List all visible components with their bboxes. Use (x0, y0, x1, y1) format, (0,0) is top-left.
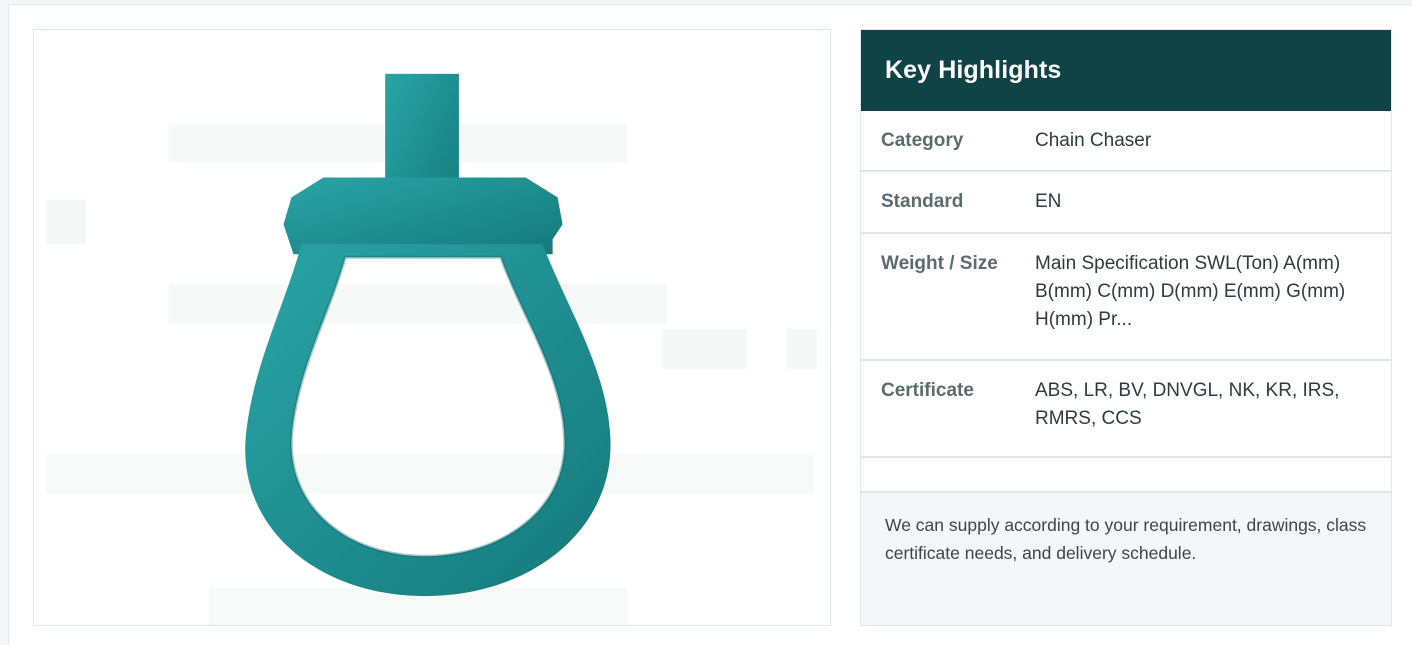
highlight-label: Standard (881, 191, 964, 212)
product-image-panel (33, 29, 831, 626)
highlight-label: Weight / Size (881, 253, 998, 274)
highlight-value: ABS, LR, BV, DNVGL, NK, KR, IRS, RMRS, C… (1035, 380, 1340, 429)
highlight-row-weight-size: Weight / Size Main Specification SWL(Ton… (861, 234, 1391, 361)
highlight-value: Chain Chaser (1035, 129, 1152, 151)
highlight-row-category: Category Chain Chaser (861, 111, 1391, 172)
key-highlights-panel: Key Highlights Category Chain Chaser Sta… (860, 29, 1392, 626)
supply-note: We can supply according to your requirem… (861, 493, 1391, 625)
highlight-row-certificate: Certificate ABS, LR, BV, DNVGL, NK, KR, … (861, 361, 1391, 458)
highlight-value: Main Specification SWL(Ton) A(mm) B(mm) … (1035, 253, 1346, 330)
key-highlights-title: Key Highlights (885, 56, 1062, 84)
highlight-row-standard: Standard EN (861, 172, 1391, 234)
highlight-label: Category (881, 129, 964, 151)
highlight-value: EN (1035, 191, 1062, 212)
chain-chaser-icon (46, 73, 817, 625)
product-highlight-section: Key Highlights Category Chain Chaser Sta… (8, 4, 1412, 645)
key-highlights-header: Key Highlights (861, 30, 1391, 111)
highlight-row-empty (861, 458, 1391, 493)
highlight-label: Certificate (881, 380, 974, 401)
